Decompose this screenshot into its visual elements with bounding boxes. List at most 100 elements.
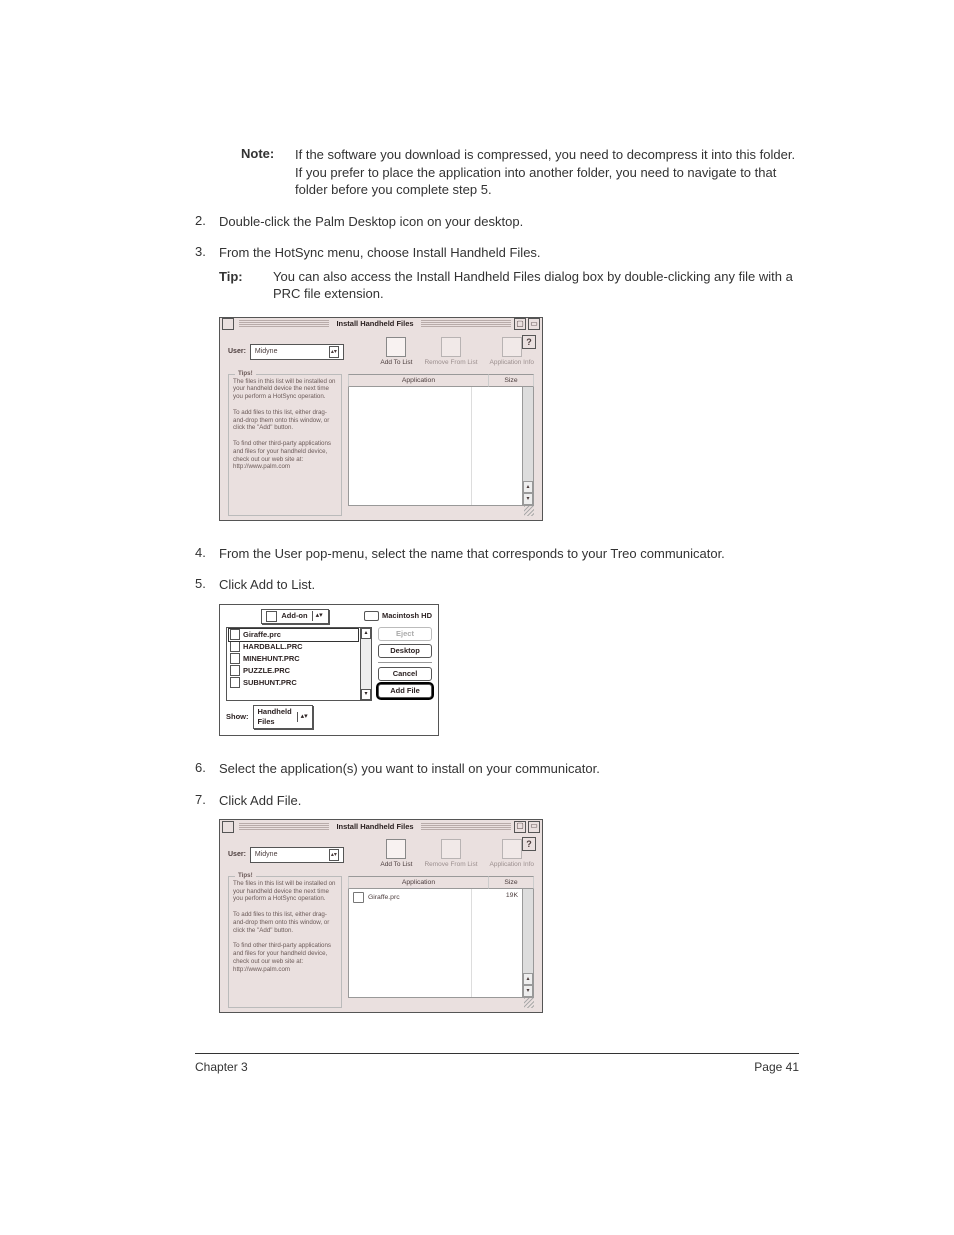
user-label: User: [228,347,246,356]
remove-from-list-icon [441,839,461,859]
user-dropdown[interactable]: Midyne ▴▾ [250,847,344,863]
resize-grip-icon[interactable] [524,506,534,516]
remove-from-list-label: Remove From List [424,861,477,870]
vertical-scrollbar[interactable]: ▴ ▾ [522,889,533,997]
resize-grip-icon[interactable] [524,998,534,1008]
scroll-down-icon[interactable]: ▾ [523,493,533,505]
file-icon [230,641,240,652]
vertical-scrollbar[interactable]: ▴ ▾ [522,387,533,505]
list-item[interactable]: Giraffe.prc [229,629,358,641]
tips-text-1: The files in this list will be installed… [233,880,337,903]
step4-text: From the User pop-menu, select the name … [219,545,799,563]
tip-text: You can also access the Install Handheld… [273,268,799,303]
column-header-size[interactable]: Size [488,374,534,387]
table-row[interactable]: Giraffe.prc [353,891,467,904]
zoom-box-icon[interactable]: ▢ [514,821,526,833]
file-picker-dialog: Add-on ▴▾ Macintosh HD Giraffe.prc [219,604,439,736]
folder-name: Add-on [281,611,307,621]
column-header-application[interactable]: Application [348,876,488,889]
file-list-empty[interactable]: ▴ ▾ [348,387,534,506]
scroll-up-icon[interactable]: ▴ [523,973,533,985]
desktop-button[interactable]: Desktop [378,644,432,658]
file-name: PUZZLE.PRC [243,666,290,676]
add-to-list-label: Add To List [380,359,412,368]
application-info-icon [502,839,522,859]
scroll-up-icon[interactable]: ▴ [361,628,371,639]
vertical-scrollbar[interactable]: ▴ ▾ [360,628,371,700]
tips-title: Tips! [235,370,256,378]
collapse-box-icon[interactable]: ▭ [528,821,540,833]
tips-text-2: To add files to this list, either drag-a… [233,409,337,432]
folder-icon [266,611,277,622]
tips-text-3: To find other third-party applications a… [233,440,337,471]
tips-text-3: To find other third-party applications a… [233,942,337,973]
title-ruling [421,823,511,831]
file-icon [230,677,240,688]
add-to-list-button[interactable]: Add To List [380,337,412,368]
file-list[interactable]: Giraffe.prc 19K ▴ ▾ [348,889,534,998]
chevron-updown-icon: ▴▾ [312,611,324,621]
list-item[interactable]: SUBHUNT.PRC [229,677,358,689]
zoom-box-icon[interactable]: ▢ [514,318,526,330]
tip-label: Tip: [219,268,273,303]
add-to-list-icon [386,337,406,357]
remove-from-list-button[interactable]: Remove From List [424,337,477,368]
tips-text-1: The files in this list will be installed… [233,378,337,401]
add-to-list-button[interactable]: Add To List [380,839,412,870]
user-dropdown[interactable]: Midyne ▴▾ [250,344,344,360]
tips-panel: Tips! The files in this list will be ins… [228,374,342,516]
collapse-box-icon[interactable]: ▭ [528,318,540,330]
file-icon [230,653,240,664]
install-handheld-files-window-populated: Install Handheld Files ▢ ▭ User: [219,819,543,1013]
show-value: Handheld Files [258,707,293,727]
list-item[interactable]: MINEHUNT.PRC [229,653,358,665]
add-to-list-icon [386,839,406,859]
user-value: Midyne [255,850,278,859]
column-header-size[interactable]: Size [488,876,534,889]
application-info-icon [502,337,522,357]
chevron-updown-icon: ▴▾ [329,849,339,861]
show-label: Show: [226,712,249,722]
list-item[interactable]: HARDBALL.PRC [229,641,358,653]
add-file-button[interactable]: Add File [378,684,432,698]
install-handheld-files-window-empty: Install Handheld Files ▢ ▭ User: [219,317,543,521]
app-icon [353,892,364,903]
list-item[interactable]: PUZZLE.PRC [229,665,358,677]
cancel-button[interactable]: Cancel [378,667,432,681]
step7-text: Click Add File. [219,792,799,810]
note-text: If the software you download is compress… [295,146,799,199]
step5-text: Click Add to List. [219,576,799,594]
show-dropdown[interactable]: Handheld Files ▴▾ [253,705,313,729]
file-name: SUBHUNT.PRC [243,678,297,688]
window-title: Install Handheld Files [332,319,417,329]
title-ruling [239,823,329,831]
scroll-down-icon[interactable]: ▾ [361,689,371,700]
close-box-icon[interactable] [222,318,234,330]
add-to-list-label: Add To List [380,861,412,870]
scroll-up-icon[interactable]: ▴ [523,481,533,493]
file-name: MINEHUNT.PRC [243,654,300,664]
step2-num: 2. [195,213,219,231]
application-info-button[interactable]: Application Info [490,337,534,368]
tips-title: Tips! [235,872,256,880]
remove-from-list-label: Remove From List [424,359,477,368]
title-ruling [421,320,511,328]
file-list[interactable]: Giraffe.prc HARDBALL.PRC MINEHUNT.PRC PU… [226,627,372,701]
tips-text-2: To add files to this list, either drag-a… [233,911,337,934]
step3-num: 3. [195,244,219,531]
scroll-down-icon[interactable]: ▾ [523,985,533,997]
user-label: User: [228,850,246,859]
close-box-icon[interactable] [222,821,234,833]
step7-num: 7. [195,792,219,1023]
file-name: HARDBALL.PRC [243,642,303,652]
remove-from-list-button[interactable]: Remove From List [424,839,477,870]
footer-chapter: Chapter 3 [195,1060,248,1074]
application-info-button[interactable]: Application Info [490,839,534,870]
note-label: Note: [241,146,295,199]
step2-text: Double-click the Palm Desktop icon on yo… [219,213,799,231]
folder-dropdown[interactable]: Add-on ▴▾ [261,609,328,624]
app-size: 19K [476,891,518,900]
window-title: Install Handheld Files [332,822,417,832]
chevron-updown-icon: ▴▾ [297,712,308,722]
column-header-application[interactable]: Application [348,374,488,387]
